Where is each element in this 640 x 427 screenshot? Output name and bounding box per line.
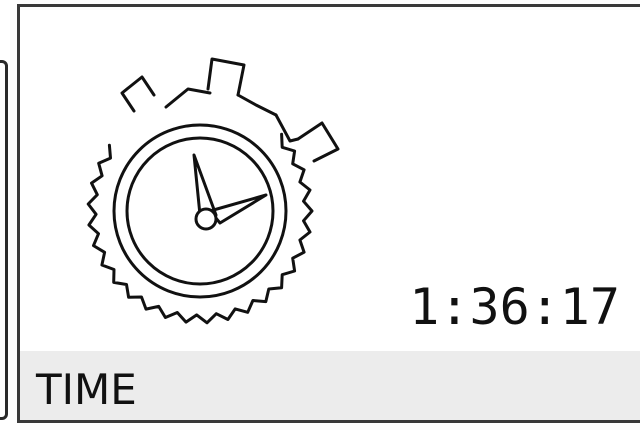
time-widget[interactable]: 1:36:17 TIME	[17, 4, 640, 423]
stopwatch-icon	[86, 57, 340, 325]
time-value: 1:36:17	[409, 278, 620, 336]
label-bar: TIME	[20, 351, 640, 420]
widget-label: TIME	[36, 365, 137, 414]
adjacent-widget-edge	[0, 60, 8, 420]
